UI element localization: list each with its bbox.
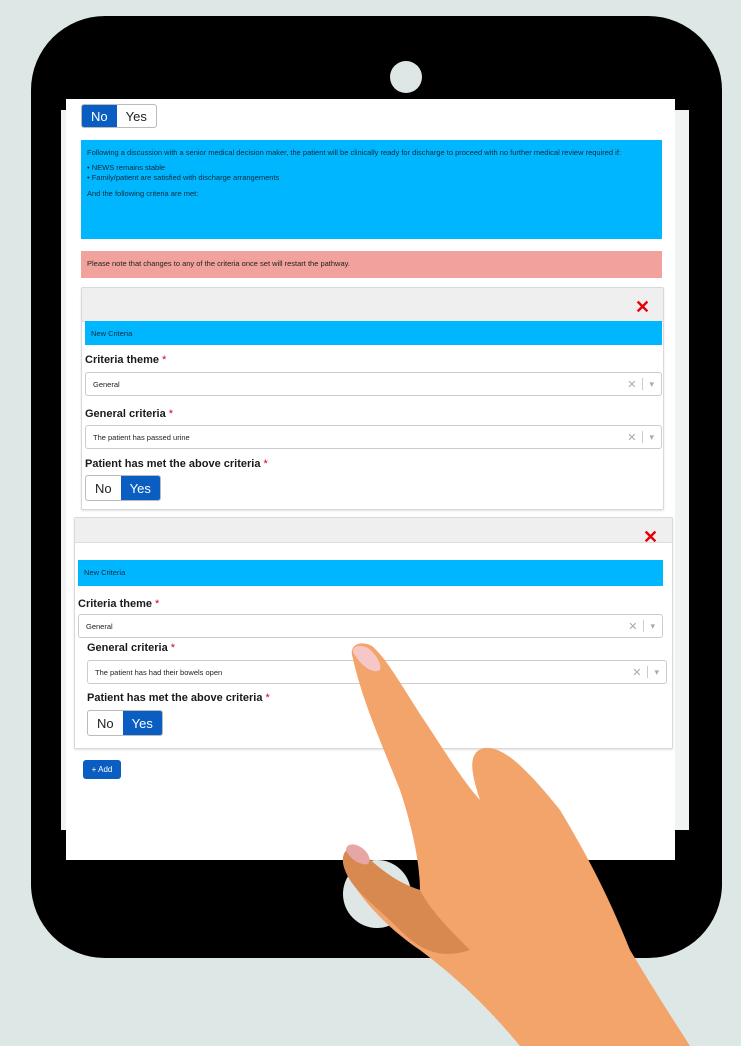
pointing-hand-illustration [342,643,690,1046]
hand-shape [342,643,690,1046]
